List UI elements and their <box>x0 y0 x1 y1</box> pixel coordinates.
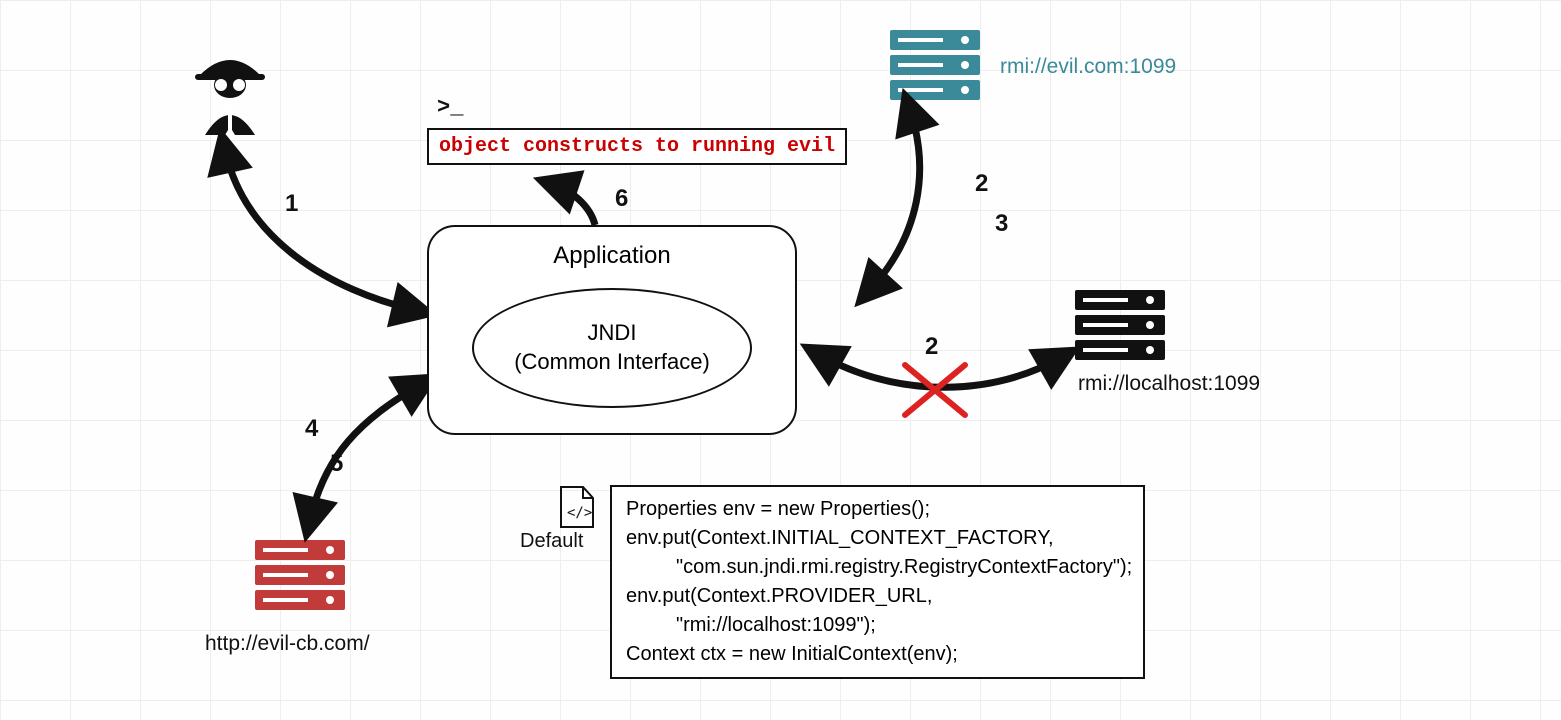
code-line-2: env.put(Context.INITIAL_CONTEXT_FACTORY, <box>626 524 1129 553</box>
label-rmi-evil: rmi://evil.com:1099 <box>1000 55 1176 79</box>
label-rmi-local: rmi://localhost:1099 <box>1078 372 1260 396</box>
terminal-output-box: object constructs to running evil <box>427 128 847 165</box>
code-line-5: "rmi://localhost:1099"); <box>626 611 1129 640</box>
hacker-icon <box>195 60 265 135</box>
application-box: Application JNDI (Common Interface) <box>427 225 797 435</box>
jndi-ellipse: JNDI (Common Interface) <box>472 288 752 408</box>
arrow-4-5 <box>310 385 420 520</box>
arrow-2x <box>820 355 1060 387</box>
arrow-6 <box>555 185 595 225</box>
arrow-1 <box>225 150 415 310</box>
step-2x: 2 <box>925 333 938 361</box>
server-icon-rmi-evil <box>890 30 980 100</box>
code-snippet-box: Properties env = new Properties(); env.p… <box>610 485 1145 679</box>
code-file-icon: </> <box>561 487 593 527</box>
terminal-prompt: >_ <box>437 95 463 120</box>
server-icon-http-evil <box>255 540 345 610</box>
code-line-1: Properties env = new Properties(); <box>626 495 1129 524</box>
jndi-line-2: (Common Interface) <box>474 348 750 377</box>
server-icon-rmi-local <box>1075 290 1165 360</box>
red-cross-icon <box>905 365 965 415</box>
step-2: 2 <box>975 170 988 198</box>
code-line-4: env.put(Context.PROVIDER_URL, <box>626 582 1129 611</box>
code-line-3: "com.sun.jndi.rmi.registry.RegistryConte… <box>626 553 1129 582</box>
arrow-2-3 <box>870 110 920 290</box>
svg-text:</>: </> <box>567 505 592 521</box>
step-1: 1 <box>285 190 298 218</box>
step-3: 3 <box>995 210 1008 238</box>
jndi-line-1: JNDI <box>474 319 750 348</box>
application-title: Application <box>429 242 795 270</box>
step-6: 6 <box>615 185 628 213</box>
default-label: Default <box>520 530 583 553</box>
step-5: 5 <box>330 450 343 478</box>
label-http-evil: http://evil-cb.com/ <box>205 632 370 656</box>
code-line-6: Context ctx = new InitialContext(env); <box>626 640 1129 669</box>
step-4: 4 <box>305 415 318 443</box>
